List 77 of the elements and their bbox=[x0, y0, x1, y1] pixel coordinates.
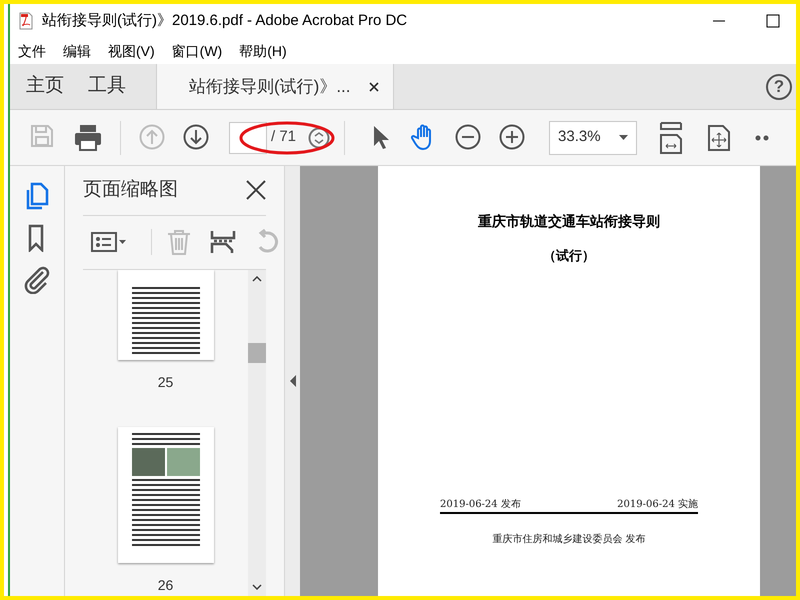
text-line bbox=[132, 544, 200, 546]
chevron-down-icon[interactable] bbox=[252, 584, 262, 590]
text-line bbox=[132, 336, 200, 338]
text-line bbox=[132, 508, 200, 510]
caret-icon bbox=[619, 135, 628, 140]
insert-page-icon[interactable] bbox=[210, 229, 236, 255]
nav-tab[interactable]: 主页 bbox=[14, 64, 76, 109]
plus-circle-icon[interactable] bbox=[499, 124, 528, 152]
text-line bbox=[132, 316, 200, 318]
help-button[interactable]: ? bbox=[766, 74, 792, 100]
page-circle-icon[interactable] bbox=[308, 126, 330, 148]
printer-icon[interactable] bbox=[74, 124, 102, 152]
text-line bbox=[132, 498, 200, 500]
text-line bbox=[132, 538, 200, 540]
text-line bbox=[132, 326, 200, 328]
fit-page-icon[interactable] bbox=[707, 124, 732, 152]
text-line bbox=[132, 302, 200, 304]
close-icon[interactable] bbox=[368, 82, 378, 92]
document-title: 重庆市轨道交通车站衔接导则 bbox=[478, 212, 660, 232]
zoom-value: 33.3% bbox=[558, 127, 601, 148]
menu-item[interactable]: 帮助(H) bbox=[239, 40, 287, 62]
menu-item[interactable]: 视图(V) bbox=[108, 40, 155, 62]
pdf-file-icon bbox=[18, 12, 34, 30]
photo-placeholder bbox=[166, 448, 200, 476]
document-subtitle: （试行） bbox=[543, 248, 595, 266]
effective-date: 2019-06-24 实施 bbox=[617, 498, 698, 512]
text-line bbox=[132, 442, 200, 444]
paperclip-icon[interactable] bbox=[23, 266, 51, 294]
tab-label: 站衔接导则(试行)》... bbox=[189, 76, 350, 98]
text-line bbox=[132, 478, 200, 480]
thumbnail-options-icon[interactable] bbox=[91, 229, 127, 255]
text-line bbox=[132, 296, 200, 298]
text-line bbox=[132, 534, 200, 536]
photo-placeholder bbox=[132, 448, 164, 476]
text-line bbox=[132, 438, 200, 440]
text-line bbox=[132, 332, 200, 334]
nav-tab[interactable]: 工具 bbox=[76, 64, 138, 109]
issue-date: 2019-06-24 发布 bbox=[440, 498, 521, 512]
text-line bbox=[132, 292, 200, 294]
collapse-arrow-icon[interactable] bbox=[288, 374, 296, 388]
document-tab[interactable]: 站衔接导则(试行)》... bbox=[156, 64, 394, 109]
page-number: 25 bbox=[158, 372, 174, 392]
text-line bbox=[132, 312, 200, 314]
text-line bbox=[132, 342, 200, 344]
menu-item[interactable]: 窗口(W) bbox=[172, 40, 222, 62]
close-icon[interactable] bbox=[246, 180, 266, 200]
window-title: 站衔接导则(试行)》2019.6.pdf - Adobe Acrobat Pro DC bbox=[42, 10, 408, 31]
menu-item[interactable]: 编辑 bbox=[63, 40, 91, 62]
fit-width-icon[interactable] bbox=[659, 120, 684, 154]
scrollbar[interactable] bbox=[248, 270, 266, 596]
text-line bbox=[132, 518, 200, 520]
page-number: 26 bbox=[158, 576, 174, 594]
text-line bbox=[132, 306, 200, 308]
text-line bbox=[132, 346, 200, 348]
menu-item[interactable]: 文件 bbox=[18, 40, 46, 62]
text-line bbox=[132, 322, 200, 324]
more-icon[interactable] bbox=[755, 134, 770, 140]
text-line bbox=[132, 494, 200, 496]
text-line bbox=[132, 286, 200, 288]
text-line bbox=[132, 524, 200, 526]
chevron-up-icon[interactable] bbox=[252, 276, 262, 282]
zoom-dropdown[interactable]: 33.3% bbox=[549, 120, 638, 154]
minus-circle-icon[interactable] bbox=[455, 124, 484, 152]
page-count: / 71 bbox=[271, 127, 296, 148]
page-thumbnail[interactable] bbox=[118, 426, 214, 562]
text-line bbox=[132, 352, 200, 354]
scrollbar-thumb[interactable] bbox=[248, 342, 266, 363]
text-line bbox=[132, 484, 200, 486]
text-line bbox=[132, 432, 200, 434]
page-thumbnail[interactable] bbox=[118, 270, 214, 360]
text-line bbox=[132, 528, 200, 530]
maximize-icon[interactable] bbox=[766, 14, 780, 28]
text-line bbox=[132, 504, 200, 506]
text-line bbox=[132, 488, 200, 490]
text-line bbox=[132, 514, 200, 516]
panel-title: 页面缩略图 bbox=[83, 178, 178, 202]
publisher: 重庆市住房和城乡建设委员会 发布 bbox=[492, 532, 646, 546]
